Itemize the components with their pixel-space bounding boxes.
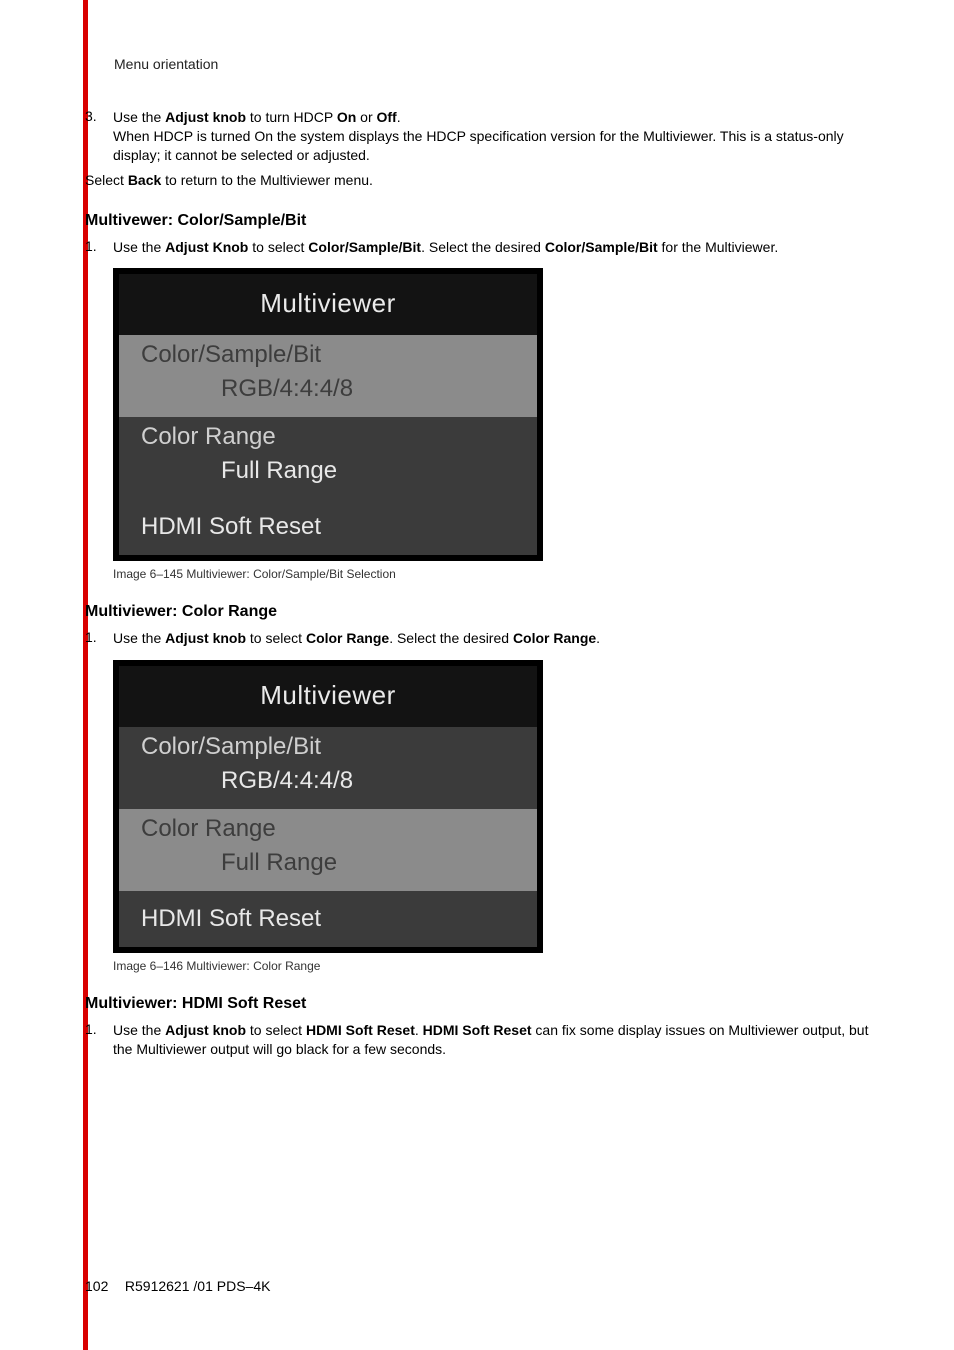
list-text: Use the Adjust knob to turn HDCP On or O… (113, 108, 869, 165)
text: Use the (113, 109, 165, 125)
bold-text: Adjust knob (165, 109, 246, 125)
bold-text: Color/Sample/Bit (545, 239, 658, 255)
figure: Multiviewer Color/Sample/Bit RGB/4:4:4/8… (113, 268, 869, 581)
text: . (415, 1022, 423, 1038)
section-heading: Multiviewer: Color Range (85, 603, 869, 621)
text: Use the (113, 239, 165, 255)
figure: Multiviewer Color/Sample/Bit RGB/4:4:4/8… (113, 660, 869, 973)
text: When HDCP is turned On the system displa… (113, 128, 844, 163)
list-number: 3. (85, 108, 113, 165)
device-screen: Multiviewer Color/Sample/Bit RGB/4:4:4/8… (113, 660, 543, 953)
bold-text: Adjust knob (165, 630, 246, 646)
doc-id: R5912621 /01 PDS–4K (125, 1278, 271, 1294)
menu-row-color-sample-bit: Color/Sample/Bit RGB/4:4:4/8 (119, 335, 537, 417)
section-heading: Multiviewer: HDMI Soft Reset (85, 995, 869, 1013)
bold-text: Color Range (306, 630, 389, 646)
text: Use the (113, 1022, 165, 1038)
bold-text: Off (377, 109, 397, 125)
figure-caption: Image 6–145 Multiviewer: Color/Sample/Bi… (113, 567, 869, 581)
text: . Select the desired (421, 239, 545, 255)
menu-label: Color Range (141, 423, 521, 451)
menu-row-color-range: Color Range Full Range (119, 417, 537, 499)
text: for the Multiviewer. (658, 239, 779, 255)
text: . Select the desired (389, 630, 513, 646)
bold-text: Back (128, 172, 161, 188)
bold-text: HDMI Soft Reset (423, 1022, 532, 1038)
bold-text: Adjust Knob (165, 239, 248, 255)
screen-title: Multiviewer (119, 666, 537, 727)
list-item: 1. Use the Adjust knob to select HDMI So… (85, 1021, 869, 1059)
screen-title: Multiviewer (119, 274, 537, 335)
menu-row-color-sample-bit: Color/Sample/Bit RGB/4:4:4/8 (119, 727, 537, 809)
header-section: Menu orientation (114, 56, 218, 72)
text: . (596, 630, 600, 646)
paragraph: Select Back to return to the Multiviewer… (85, 171, 869, 190)
text: to select (246, 630, 306, 646)
menu-row-hdmi-soft-reset: HDMI Soft Reset (119, 891, 537, 947)
list-text: Use the Adjust knob to select HDMI Soft … (113, 1021, 869, 1059)
list-item: 1. Use the Adjust Knob to select Color/S… (85, 238, 869, 257)
menu-row-color-range: Color Range Full Range (119, 809, 537, 891)
bold-text: Color/Sample/Bit (308, 239, 421, 255)
list-number: 1. (85, 238, 113, 257)
menu-label: Color/Sample/Bit (141, 341, 521, 369)
text: to turn HDCP (246, 109, 337, 125)
text: to select (246, 1022, 306, 1038)
list-text: Use the Adjust Knob to select Color/Samp… (113, 238, 778, 257)
menu-value: RGB/4:4:4/8 (141, 761, 521, 805)
bold-text: Color Range (513, 630, 596, 646)
text: or (356, 109, 376, 125)
menu-label: Color/Sample/Bit (141, 733, 521, 761)
footer: 102 R5912621 /01 PDS–4K (85, 1278, 270, 1294)
list-number: 1. (85, 1021, 113, 1059)
section-heading: Multivewer: Color/Sample/Bit (85, 212, 869, 230)
text: to select (248, 239, 308, 255)
menu-label: HDMI Soft Reset (141, 897, 521, 943)
bold-text: HDMI Soft Reset (306, 1022, 415, 1038)
bold-text: Adjust knob (165, 1022, 246, 1038)
list-number: 1. (85, 629, 113, 648)
list-item: 1. Use the Adjust knob to select Color R… (85, 629, 869, 648)
page: Menu orientation 3. Use the Adjust knob … (0, 0, 954, 1350)
text: Use the (113, 630, 165, 646)
text: . (397, 109, 401, 125)
menu-label: Color Range (141, 815, 521, 843)
menu-label: HDMI Soft Reset (141, 505, 521, 551)
page-number: 102 (85, 1278, 121, 1294)
menu-value: Full Range (141, 843, 521, 887)
figure-caption: Image 6–146 Multiviewer: Color Range (113, 959, 869, 973)
device-screen: Multiviewer Color/Sample/Bit RGB/4:4:4/8… (113, 268, 543, 561)
menu-row-hdmi-soft-reset: HDMI Soft Reset (119, 499, 537, 555)
menu-value: Full Range (141, 451, 521, 495)
list-text: Use the Adjust knob to select Color Rang… (113, 629, 600, 648)
bold-text: On (337, 109, 356, 125)
text: Select (85, 172, 128, 188)
list-item: 3. Use the Adjust knob to turn HDCP On o… (85, 108, 869, 165)
menu-value: RGB/4:4:4/8 (141, 369, 521, 413)
text: to return to the Multiviewer menu. (161, 172, 373, 188)
page-body: 3. Use the Adjust knob to turn HDCP On o… (85, 108, 869, 1063)
